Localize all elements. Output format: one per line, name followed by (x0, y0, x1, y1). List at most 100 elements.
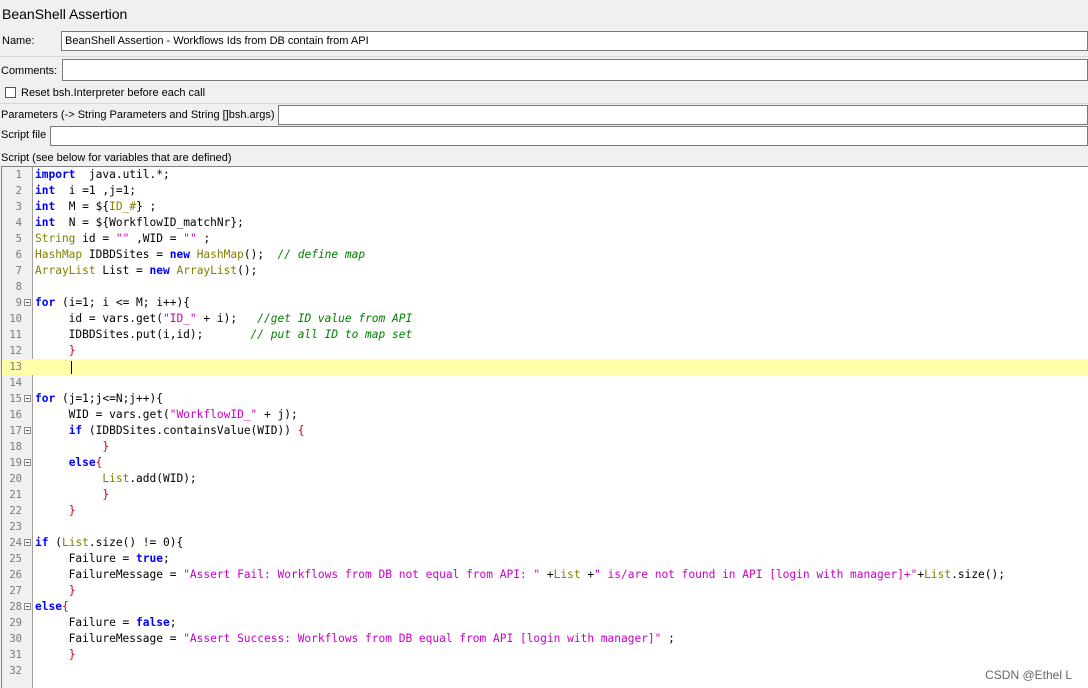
code-token: else (35, 600, 62, 613)
code-line[interactable]: 1 import java.util.*; (2, 167, 1088, 183)
code-token: } (68, 504, 76, 517)
code-text: Failure = true; (35, 551, 170, 567)
code-token: .size() != 0){ (88, 536, 184, 549)
line-number: 26 (9, 569, 22, 581)
code-line[interactable]: 17 if (IDBDSites.containsValue(WID)) { (2, 423, 1088, 439)
code-token: ; (163, 552, 170, 565)
code-token: // put all ID to map set (250, 328, 413, 341)
watermark: CSDN @Ethel L (985, 668, 1072, 682)
line-number: 25 (9, 553, 22, 565)
code-text: WID = vars.get("WorkflowID_" + j); (35, 407, 298, 423)
code-line[interactable]: 2 int i =1 ,j=1; (2, 183, 1088, 199)
code-text: int i =1 ,j=1; (35, 183, 136, 199)
parameters-field[interactable] (278, 105, 1088, 125)
fold-collapse-icon[interactable] (24, 395, 31, 402)
line-number: 7 (15, 265, 22, 277)
line-number: 3 (15, 201, 22, 213)
line-number: 29 (9, 617, 22, 629)
code-token: } ; (136, 200, 157, 213)
code-line[interactable]: 4 int N = ${WorkflowID_matchNr}; (2, 215, 1088, 231)
code-token: // define map (277, 248, 366, 261)
code-line[interactable]: 9 for (i=1; i <= M; i++){ (2, 295, 1088, 311)
code-text: } (35, 439, 109, 455)
line-number: 11 (9, 329, 22, 341)
fold-collapse-icon[interactable] (24, 427, 31, 434)
code-line[interactable]: 27 } (2, 583, 1088, 599)
code-token: ; (169, 616, 177, 629)
code-token: false (136, 616, 170, 629)
reset-interpreter-label: Reset bsh.Interpreter before each call (21, 87, 206, 99)
code-line[interactable]: 12 } (2, 343, 1088, 359)
comments-field[interactable] (62, 59, 1088, 81)
fold-collapse-icon[interactable] (24, 539, 31, 546)
fold-collapse-icon[interactable] (24, 603, 31, 610)
code-line[interactable]: 13 (2, 359, 1088, 375)
code-text: HashMap IDBDSites = new HashMap(); // de… (35, 247, 365, 263)
code-line[interactable]: 22 } (2, 503, 1088, 519)
code-line[interactable]: 14 (2, 375, 1088, 391)
code-token: ID_# (109, 200, 137, 213)
code-line[interactable]: 23 (2, 519, 1088, 535)
code-line[interactable]: 28 else{ (2, 599, 1088, 615)
code-token: ArrayList (176, 264, 238, 277)
code-line[interactable]: 16 WID = vars.get("WorkflowID_" + j); (2, 407, 1088, 423)
code-text: else{ (35, 455, 103, 471)
code-token: (); (243, 248, 278, 261)
code-text: Failure = false; (35, 615, 177, 631)
code-line[interactable]: 26 FailureMessage = "Assert Fail: Workfl… (2, 567, 1088, 583)
code-area[interactable]: 1 import java.util.*; 2 int i =1 ,j=1; 3 int … (2, 167, 1088, 688)
line-number: 24 (9, 537, 22, 549)
code-line[interactable]: 15 for (j=1;j<=N;j++){ (2, 391, 1088, 407)
line-number: 9 (15, 297, 22, 309)
code-line[interactable]: 11 IDBDSites.put(i,id); // put all ID to… (2, 327, 1088, 343)
code-line[interactable]: 29 Failure = false; (2, 615, 1088, 631)
line-number: 8 (15, 281, 22, 293)
line-number: 10 (9, 313, 22, 325)
script-file-field[interactable] (50, 126, 1088, 146)
code-token: int (35, 200, 56, 213)
reset-interpreter-checkbox[interactable] (5, 87, 16, 98)
code-line[interactable]: 21 } (2, 487, 1088, 503)
code-line[interactable]: 24 if (List.size() != 0){ (2, 535, 1088, 551)
code-token: if (35, 536, 49, 549)
code-text: for (i=1; i <= M; i++){ (35, 295, 190, 311)
script-editor[interactable]: 1 import java.util.*; 2 int i =1 ,j=1; 3 int … (1, 166, 1088, 688)
line-number: 19 (9, 457, 22, 469)
code-token: ( (48, 536, 62, 549)
code-line[interactable]: 18 } (2, 439, 1088, 455)
code-line[interactable]: 32 (2, 663, 1088, 679)
code-line[interactable]: 7 ArrayList List = new ArrayList(); (2, 263, 1088, 279)
code-line[interactable]: 5 String id = "" ,WID = "" ; (2, 231, 1088, 247)
line-number: 27 (9, 585, 22, 597)
code-line[interactable]: 31 } (2, 647, 1088, 663)
code-token: if (68, 424, 83, 437)
name-field[interactable]: BeanShell Assertion - Workflows Ids from… (61, 31, 1088, 51)
code-text: List.add(WID); (35, 471, 196, 487)
code-token: "ID_" (162, 312, 197, 325)
line-number: 2 (15, 185, 22, 197)
code-line[interactable]: 8 (2, 279, 1088, 295)
code-text: if (IDBDSites.containsValue(WID)) { (35, 423, 305, 439)
code-token: + (540, 568, 554, 581)
fold-collapse-icon[interactable] (24, 299, 31, 306)
code-line[interactable]: 20 List.add(WID); (2, 471, 1088, 487)
code-line[interactable]: 6 HashMap IDBDSites = new HashMap(); // d… (2, 247, 1088, 263)
code-token: } (102, 488, 110, 501)
line-number: 1 (15, 169, 22, 181)
code-token: + i); (196, 312, 258, 325)
code-line[interactable]: 30 FailureMessage = "Assert Success: Wor… (2, 631, 1088, 647)
code-line[interactable]: 10 id = vars.get("ID_" + i); //get ID va… (2, 311, 1088, 327)
code-token: } (102, 440, 110, 453)
code-text: id = vars.get("ID_" + i); //get ID value… (35, 311, 413, 327)
code-line[interactable]: 25 Failure = true; (2, 551, 1088, 567)
code-line[interactable]: 19 else{ (2, 455, 1088, 471)
code-token: ArrayList (35, 264, 96, 277)
code-line[interactable]: 3 int M = ${ID_#} ; (2, 199, 1088, 215)
code-token: } (68, 648, 76, 661)
fold-collapse-icon[interactable] (24, 459, 31, 466)
